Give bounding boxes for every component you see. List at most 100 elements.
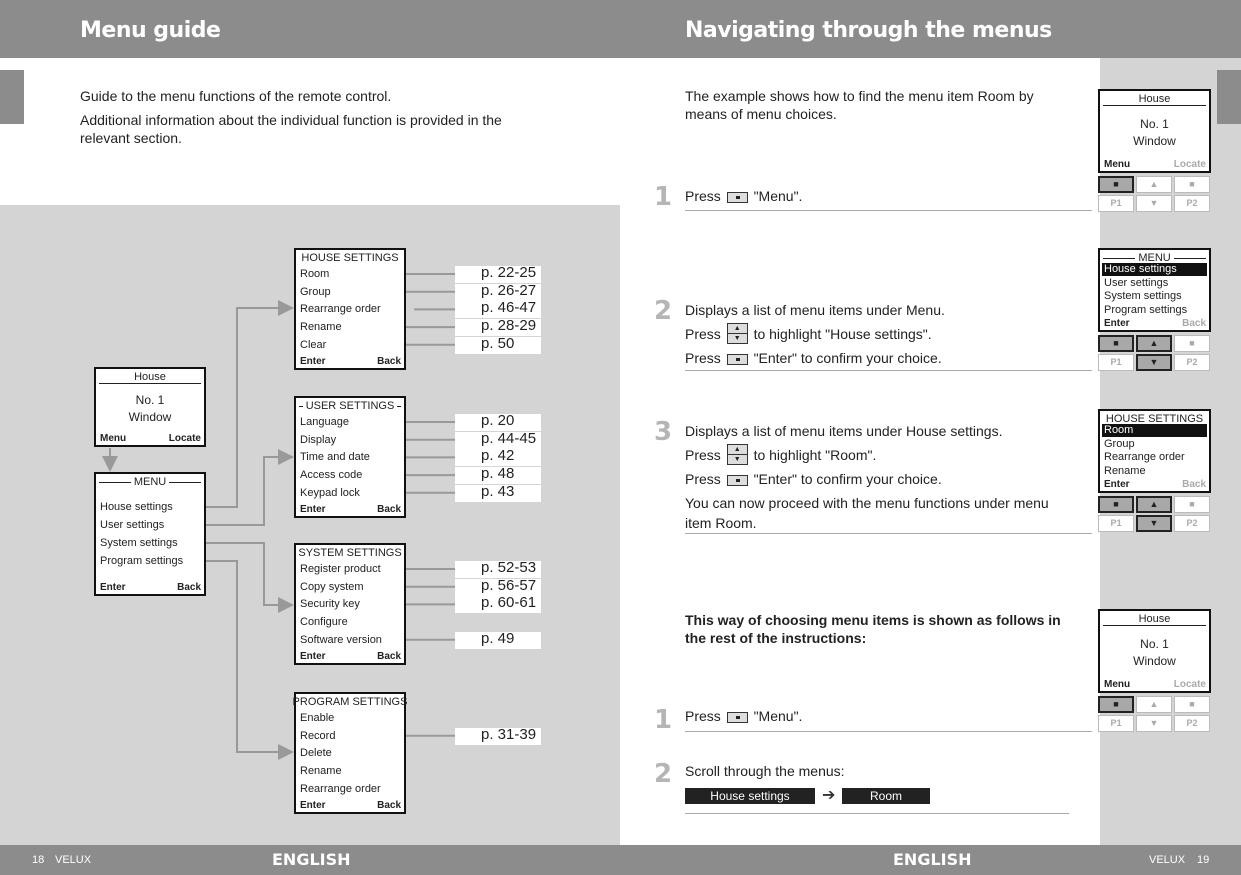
page-number: p. 26-27 <box>481 281 537 299</box>
step-text-part: Press <box>685 188 721 204</box>
page-number: p. 28-29 <box>481 317 537 335</box>
left-footer: 18 VELUX ENGLISH <box>0 845 620 875</box>
page-number: p. 48 <box>481 465 515 483</box>
p1-button[interactable]: P1 <box>1098 195 1134 212</box>
screen-line: Window <box>1133 134 1176 148</box>
page-number: p. 31-39 <box>481 725 537 743</box>
submenu-item: Rearrange order <box>300 782 381 795</box>
page-number: p. 43 <box>481 482 515 500</box>
step-line: Press "Menu". <box>685 184 1070 208</box>
step-text: Displays a list of menu items under Hous… <box>685 419 1070 533</box>
up-button[interactable]: ▲ <box>1136 176 1172 193</box>
softkey-left: Enter <box>300 800 326 811</box>
left-softkey-button[interactable]: ■ <box>1098 176 1134 193</box>
up-down-key-icon: ▲ ▼ <box>726 443 748 465</box>
step-text: Press "Menu". <box>685 184 1070 208</box>
left-softkey-button[interactable]: ■ <box>1098 696 1134 713</box>
step-number: 2 <box>654 296 673 326</box>
step-text-part: Press <box>685 708 721 724</box>
p2-button[interactable]: P2 <box>1174 715 1210 732</box>
right-footer: ENGLISH VELUX 19 <box>620 845 1241 875</box>
page-reference: p. 46-47 <box>455 299 541 319</box>
down-button[interactable]: ▼ <box>1136 195 1172 212</box>
step-line: Displays a list of menu items under Hous… <box>685 419 1070 443</box>
down-button[interactable]: ▼ <box>1136 354 1172 371</box>
page-reference: p. 50 <box>455 334 541 354</box>
screen-title: House <box>99 371 201 384</box>
divider-line <box>685 813 1069 814</box>
menu-key-icon <box>726 353 748 365</box>
step-text-part: "Menu". <box>753 708 803 724</box>
screen-line: Window <box>1133 654 1176 668</box>
menu-item: House settings <box>100 501 173 513</box>
softkey-left: Enter <box>1104 479 1130 490</box>
submenu-item: Time and date <box>300 451 370 464</box>
page-reference: p. 31-39 <box>455 725 541 745</box>
left-softkey-button[interactable]: ■ <box>1098 335 1134 352</box>
right-softkey-button[interactable]: ■ <box>1174 176 1210 193</box>
right-softkey-button[interactable]: ■ <box>1174 496 1210 513</box>
menu-item: System settings <box>1104 290 1182 303</box>
p1-button[interactable]: P1 <box>1098 515 1134 532</box>
right-softkey-button[interactable]: ■ <box>1174 335 1210 352</box>
device-screen: MENU House settings User settings System se… <box>1098 248 1211 332</box>
highlighted-menu-item: Room <box>1102 424 1207 437</box>
submenu-item: Enable <box>300 712 335 724</box>
menu-key-icon <box>726 191 748 203</box>
softkey-right: Back <box>377 356 401 367</box>
step-text: Press "Menu". <box>685 707 802 725</box>
language-label: ENGLISH <box>893 850 972 869</box>
submenu-item: Access code <box>300 469 363 482</box>
device-screen: HOUSE SETTINGS Room Group Rearrange order Re… <box>1098 409 1211 493</box>
softkey-left: Enter <box>300 504 326 515</box>
softkey-right: Locate <box>1173 159 1206 170</box>
down-button[interactable]: ▼ <box>1136 715 1172 732</box>
step-text-part: to highlight "Room". <box>753 447 877 463</box>
page-number: p. 50 <box>481 334 515 352</box>
softkey-right: Back <box>377 651 401 662</box>
screen-title: MENU <box>99 476 201 488</box>
step-text: Displays a list of menu items under Menu… <box>685 298 1070 370</box>
p2-button[interactable]: P2 <box>1174 515 1210 532</box>
screen-line: Window <box>128 410 172 424</box>
up-down-key-icon: ▲ ▼ <box>726 322 748 344</box>
submenu-item: Configure <box>300 616 348 629</box>
softkey-right: Back <box>377 800 401 811</box>
page-reference: p. 56-57 <box>455 577 541 596</box>
softkey-left: Enter <box>1104 318 1130 329</box>
submenu-item: Language <box>300 416 349 428</box>
up-button[interactable]: ▲ <box>1136 335 1172 352</box>
step-number: 1 <box>654 182 673 212</box>
summary-heading: This way of choosing menu items is shown… <box>685 612 1061 646</box>
p1-button[interactable]: P1 <box>1098 715 1134 732</box>
softkey-right: Locate <box>1173 679 1206 690</box>
up-button[interactable]: ▲ <box>1136 696 1172 713</box>
page-number: p. 49 <box>481 629 515 647</box>
page-number: 19 <box>1197 854 1210 866</box>
screen-line: No. 1 <box>1140 637 1169 651</box>
step-note: You can now proceed with the menu functi… <box>685 495 1049 531</box>
page-reference: p. 48 <box>455 465 541 485</box>
right-softkey-button[interactable]: ■ <box>1174 696 1210 713</box>
page-reference: p. 22-25 <box>455 264 541 283</box>
softkey-left: Menu <box>1104 159 1131 170</box>
softkey-left: Enter <box>300 356 326 367</box>
menu-item: Program settings <box>100 555 184 567</box>
submenu-item: Record <box>300 729 336 742</box>
p2-button[interactable]: P2 <box>1174 354 1210 371</box>
p1-button[interactable]: P1 <box>1098 354 1134 371</box>
p2-button[interactable]: P2 <box>1174 195 1210 212</box>
up-button[interactable]: ▲ <box>1136 496 1172 513</box>
page-number: p. 20 <box>481 412 515 429</box>
submenu-item: Register product <box>300 563 381 575</box>
submenu-item: Delete <box>300 747 332 760</box>
device-screen: House No. 1 Window Menu Locate <box>1098 89 1211 173</box>
step-text-part: Press <box>685 471 721 487</box>
step-text-part: "Menu". <box>753 188 803 204</box>
down-button[interactable]: ▼ <box>1136 515 1172 532</box>
screen-title: HOUSE SETTINGS <box>299 252 401 264</box>
page-number: p. 52-53 <box>481 559 537 576</box>
step-line: Press ▲ ▼ to highlight "House settings". <box>685 322 1070 346</box>
page-number: p. 44-45 <box>481 429 537 447</box>
left-softkey-button[interactable]: ■ <box>1098 496 1134 513</box>
